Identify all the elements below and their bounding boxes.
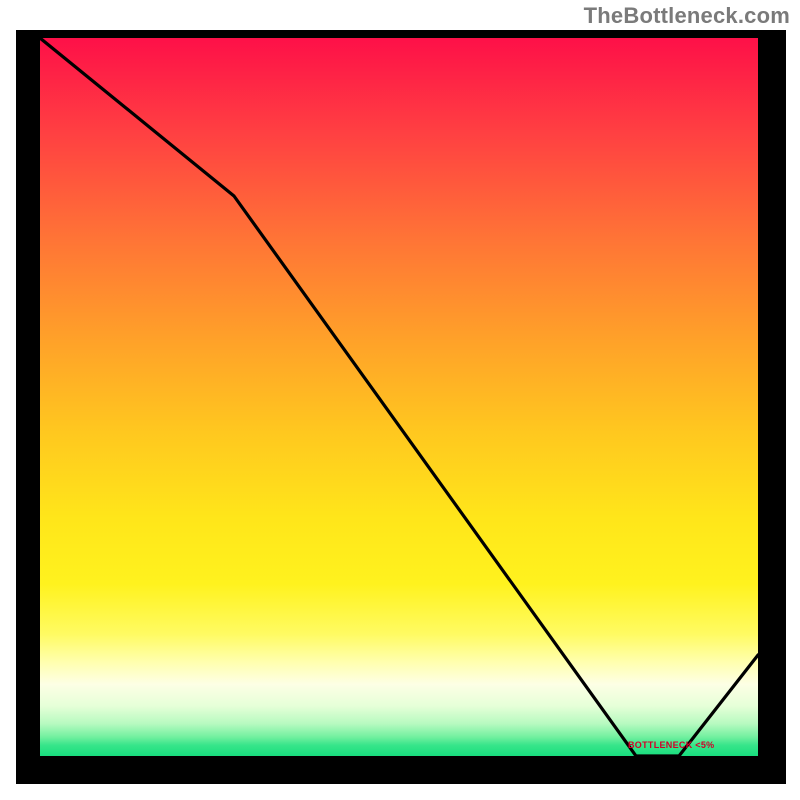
plot-frame: BOTTLENECK <5%	[16, 30, 786, 784]
plot-area: BOTTLENECK <5%	[40, 38, 758, 756]
chart-container: TheBottleneck.com BOTTLENECK <5%	[0, 0, 800, 800]
bottleneck-curve	[40, 38, 758, 756]
attribution-text: TheBottleneck.com	[584, 3, 790, 29]
line-overlay	[40, 38, 758, 756]
